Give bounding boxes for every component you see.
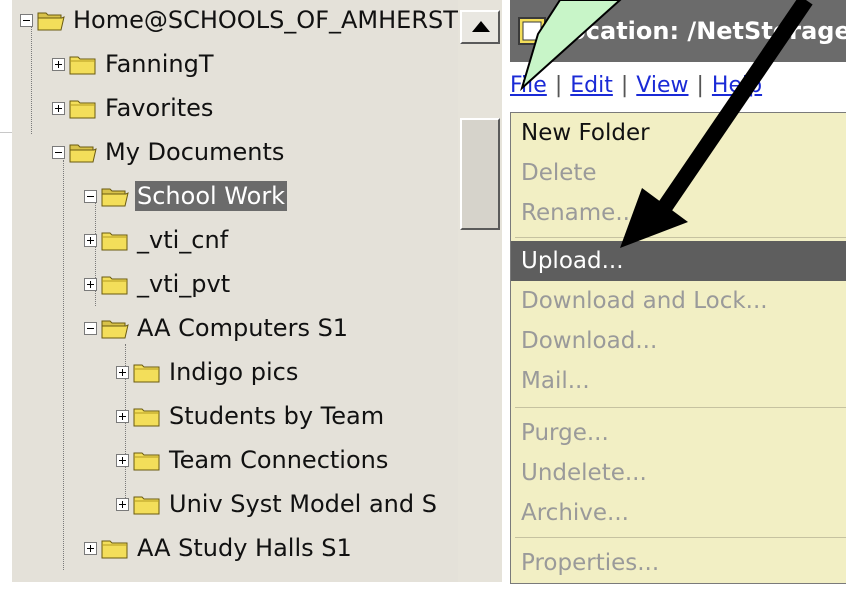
tree-item-label: My Documents [105,138,285,166]
collapse-icon[interactable] [84,321,97,335]
menu-separator: | [620,72,629,98]
tree-item-partial[interactable] [84,572,101,582]
collapse-icon[interactable] [84,189,97,203]
tree-item-fanningt[interactable]: FanningT [52,44,216,84]
open-folder-icon [69,141,97,163]
tree-item-label-selected: School Work [135,181,288,211]
open-folder-icon [37,9,65,31]
menu-item-delete[interactable]: Delete [511,153,846,193]
menu-item-archive[interactable]: Archive... [511,493,846,533]
collapse-icon[interactable] [20,13,33,27]
folder-tree-pane[interactable]: Home@SCHOOLS_OF_AMHERST FanningT Favorit… [12,0,458,582]
expand-icon[interactable] [52,57,65,71]
folder-icon [518,17,546,45]
collapse-icon[interactable] [52,145,65,159]
folder-icon [101,229,129,251]
expand-icon[interactable] [116,497,129,511]
menu-divider [515,407,846,408]
tree-item-label: Home@SCHOOLS_OF_AMHERST [73,6,458,34]
expand-icon[interactable] [52,101,65,115]
expand-icon[interactable] [84,277,97,291]
menu-separator: | [696,72,704,98]
menu-help[interactable]: Help [712,73,762,98]
tree-item-label: Students by Team [169,402,385,430]
menu-item-download-and-lock[interactable]: Download and Lock... [511,281,846,321]
tree-item-my-documents[interactable]: My Documents [52,132,286,172]
folder-icon [133,449,161,471]
window-titlebar: Location: /NetStorage [510,0,846,62]
folder-icon [133,361,161,383]
menu-divider [515,237,846,238]
page-left-margin [0,0,12,589]
tree-item-label: AA Study Halls S1 [137,534,352,562]
menu-view[interactable]: View [636,73,688,98]
tree-item-label: Indigo pics [169,358,299,386]
tree-item-label: Univ Syst Model and S [169,490,437,518]
file-dropdown-menu: New Folder Delete Rename... Upload... Do… [510,112,846,584]
folder-icon [101,273,129,295]
tree-item-home[interactable]: Home@SCHOOLS_OF_AMHERST [20,0,458,40]
tree-item-univ-syst-model[interactable]: Univ Syst Model and S [116,484,439,524]
menu-item-rename[interactable]: Rename... [511,193,846,233]
open-folder-icon [101,185,129,207]
menu-edit[interactable]: Edit [570,73,613,98]
tree-item-aa-study-halls[interactable]: AA Study Halls S1 [84,528,354,568]
menu-item-undelete[interactable]: Undelete... [511,453,846,493]
pane-divider [502,0,510,589]
menu-item-purge[interactable]: Purge... [511,413,846,453]
tree-item-label: _vti_cnf [137,226,229,254]
menu-item-download[interactable]: Download... [511,321,846,361]
menu-item-mail[interactable]: Mail... [511,361,846,401]
location-title: Location: /NetStorage [554,17,846,45]
tree-item-favorites[interactable]: Favorites [52,88,215,128]
menu-item-properties[interactable]: Properties... [511,543,846,583]
expand-icon[interactable] [116,453,129,467]
tree-item-label: FanningT [105,50,214,78]
tree-item-vti-cnf[interactable]: _vti_cnf [84,220,230,260]
expand-icon[interactable] [116,365,129,379]
tree-item-label: Favorites [105,94,214,122]
scroll-thumb[interactable] [460,118,500,230]
tree-item-label: AA Computers S1 [137,314,349,342]
tree-item-students-by-team[interactable]: Students by Team [116,396,386,436]
menu-divider [515,537,846,538]
expand-icon[interactable] [84,233,97,247]
folder-icon [133,405,161,427]
scroll-up-arrow-icon[interactable] [460,10,500,44]
folder-icon [69,53,97,75]
tree-item-label: _vti_pvt [137,270,231,298]
expand-icon[interactable] [116,409,129,423]
tree-item-team-connections[interactable]: Team Connections [116,440,390,480]
menu-file[interactable]: File [510,73,547,98]
menu-item-upload[interactable]: Upload... [511,241,846,281]
menu-separator: | [554,72,563,98]
tree-scrollbar[interactable] [458,0,502,582]
folder-icon [69,97,97,119]
expand-icon[interactable] [84,541,97,555]
folder-icon [101,537,129,559]
folder-icon [133,493,161,515]
tree-item-label: Team Connections [169,446,389,474]
menu-bar: File | Edit | View | Help [510,62,846,108]
tree-item-indigo-pics[interactable]: Indigo pics [116,352,300,392]
tree-item-school-work[interactable]: School Work [84,176,288,216]
menu-item-new-folder[interactable]: New Folder [511,113,846,153]
tree-item-vti-pvt[interactable]: _vti_pvt [84,264,232,304]
tree-item-aa-computers[interactable]: AA Computers S1 [84,308,350,348]
open-folder-icon [101,317,129,339]
